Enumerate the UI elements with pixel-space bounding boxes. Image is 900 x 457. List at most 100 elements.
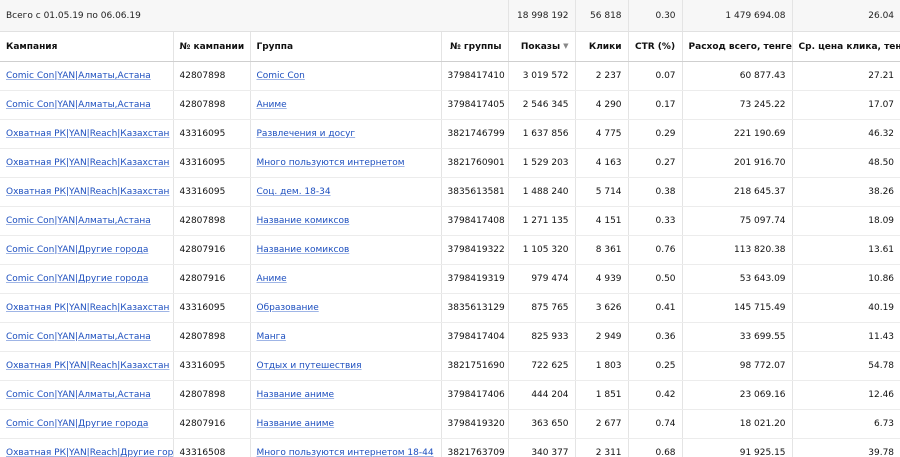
cell-ctr: 0.50 <box>627 264 683 294</box>
cell-spend: 60 877.43 <box>681 61 793 91</box>
cell-spend: 53 643.09 <box>681 264 793 294</box>
cell-group-link[interactable]: Аниме <box>257 274 287 284</box>
cell-group-no: 3798417406 <box>440 380 509 410</box>
cell-group-link[interactable]: Соц. дем. 18-34 <box>257 187 331 197</box>
cell-group-link[interactable]: Отдых и путешествия <box>257 361 362 371</box>
cell-campaign: Охватная РК|YAN|Reach|Казахстан <box>0 351 173 381</box>
header-group[interactable]: Группа <box>249 31 441 62</box>
cell-ctr: 0.29 <box>627 119 683 149</box>
cell-cpc: 10.86 <box>791 264 900 294</box>
cell-campaign-link[interactable]: Охватная РК|YAN|Reach|Казахстан <box>6 361 169 371</box>
cell-campaign: Comic Con|YAN|Другие города <box>0 409 173 439</box>
cell-group: Название комиксов <box>249 235 441 265</box>
cell-ctr: 0.42 <box>627 380 683 410</box>
totals-row: Всего с 01.05.19 по 06.06.19 18 998 192 … <box>0 0 900 32</box>
cell-spend: 75 097.74 <box>681 206 793 236</box>
cell-campaign: Охватная РК|YAN|Reach|Казахстан <box>0 177 173 207</box>
cell-clicks: 4 290 <box>574 90 629 120</box>
cell-group: Много пользуются интернетом <box>249 148 441 178</box>
cell-campaign-link[interactable]: Охватная РК|YAN|Reach|Казахстан <box>6 129 169 139</box>
header-ctr[interactable]: CTR (%) <box>627 31 683 62</box>
cell-group: Соц. дем. 18-34 <box>249 177 441 207</box>
cell-campaign-link[interactable]: Comic Con|YAN|Другие города <box>6 245 148 255</box>
cell-group: Много пользуются интернетом 18-44 <box>249 438 441 457</box>
cell-campaign: Comic Con|YAN|Алматы,Астана <box>0 61 173 91</box>
cell-group-link[interactable]: Аниме <box>257 100 287 110</box>
cell-campaign-link[interactable]: Охватная РК|YAN|Reach|Другие города <box>6 448 173 457</box>
cell-clicks: 4 151 <box>574 206 629 236</box>
cell-impressions: 979 474 <box>507 264 576 294</box>
cell-campaign: Comic Con|YAN|Алматы,Астана <box>0 380 173 410</box>
cell-clicks: 2 677 <box>574 409 629 439</box>
cell-campaign-link[interactable]: Comic Con|YAN|Алматы,Астана <box>6 71 151 81</box>
cell-clicks: 5 714 <box>574 177 629 207</box>
table-body: Comic Con|YAN|Алматы,Астана 42807898 Comic… <box>0 61 900 457</box>
cell-group-link[interactable]: Манга <box>257 332 286 342</box>
cell-group-no: 3798419322 <box>440 235 509 265</box>
cell-cpc: 39.78 <box>791 438 900 457</box>
cell-campaign-link[interactable]: Охватная РК|YAN|Reach|Казахстан <box>6 158 169 168</box>
cell-group-link[interactable]: Название аниме <box>257 390 335 400</box>
cell-campaign-no: 43316095 <box>172 177 250 207</box>
cell-campaign-link[interactable]: Comic Con|YAN|Алматы,Астана <box>6 216 151 226</box>
cell-group-no: 3798417408 <box>440 206 509 236</box>
cell-campaign-link[interactable]: Comic Con|YAN|Другие города <box>6 274 148 284</box>
cell-clicks: 4 163 <box>574 148 629 178</box>
cell-group-link[interactable]: Много пользуются интернетом <box>257 158 405 168</box>
cell-group-link[interactable]: Название комиксов <box>257 245 350 255</box>
cell-group-link[interactable]: Название комиксов <box>257 216 350 226</box>
table-row: Comic Con|YAN|Алматы,Астана 42807898 Аниме… <box>0 90 900 120</box>
cell-impressions: 1 271 135 <box>507 206 576 236</box>
header-group-no[interactable]: № группы <box>440 31 509 62</box>
cell-group-link[interactable]: Название аниме <box>257 419 335 429</box>
cell-campaign-no: 42807898 <box>172 322 250 352</box>
header-spend[interactable]: Расход всего, тенге <box>681 31 793 62</box>
cell-campaign-link[interactable]: Comic Con|YAN|Алматы,Астана <box>6 100 151 110</box>
cell-impressions: 1 637 856 <box>507 119 576 149</box>
cell-group-link[interactable]: Comic Con <box>257 71 305 81</box>
cell-impressions: 444 204 <box>507 380 576 410</box>
cell-clicks: 1 803 <box>574 351 629 381</box>
cell-group-no: 3798417405 <box>440 90 509 120</box>
cell-cpc: 17.07 <box>791 90 900 120</box>
cell-ctr: 0.36 <box>627 322 683 352</box>
cell-campaign-link[interactable]: Comic Con|YAN|Алматы,Астана <box>6 390 151 400</box>
cell-clicks: 2 237 <box>574 61 629 91</box>
cell-campaign-link[interactable]: Comic Con|YAN|Алматы,Астана <box>6 332 151 342</box>
cell-group-no: 3835613581 <box>440 177 509 207</box>
cell-spend: 33 699.55 <box>681 322 793 352</box>
cell-clicks: 3 626 <box>574 293 629 323</box>
cell-group-link[interactable]: Много пользуются интернетом 18-44 <box>257 448 434 457</box>
cell-group-link[interactable]: Образование <box>257 303 319 313</box>
cell-group: Аниме <box>249 264 441 294</box>
cell-group: Название комиксов <box>249 206 441 236</box>
stats-table: Всего с 01.05.19 по 06.06.19 18 998 192 … <box>0 0 900 457</box>
cell-impressions: 2 546 345 <box>507 90 576 120</box>
table-row: Охватная РК|YAN|Reach|Казахстан 43316095 М… <box>0 148 900 178</box>
cell-clicks: 2 311 <box>574 438 629 457</box>
header-campaign[interactable]: Кампания <box>0 31 173 62</box>
sort-desc-icon[interactable]: ▼ <box>563 42 568 50</box>
cell-impressions: 363 650 <box>507 409 576 439</box>
cell-campaign: Охватная РК|YAN|Reach|Другие города <box>0 438 173 457</box>
table-row: Comic Con|YAN|Алматы,Астана 42807898 Назва… <box>0 206 900 236</box>
cell-group-no: 3821760901 <box>440 148 509 178</box>
header-cpc[interactable]: Ср. цена клика, тенге <box>791 31 900 62</box>
cell-campaign-no: 43316095 <box>172 119 250 149</box>
table-row: Охватная РК|YAN|Reach|Казахстан 43316095 Р… <box>0 119 900 149</box>
cell-impressions: 1 105 320 <box>507 235 576 265</box>
cell-campaign-link[interactable]: Comic Con|YAN|Другие города <box>6 419 148 429</box>
header-impressions[interactable]: Показы ▼ <box>507 31 576 62</box>
cell-campaign-no: 42807898 <box>172 61 250 91</box>
table-row: Охватная РК|YAN|Reach|Казахстан 43316095 О… <box>0 351 900 381</box>
header-clicks[interactable]: Клики <box>574 31 629 62</box>
cell-group-no: 3821751690 <box>440 351 509 381</box>
cell-group-link[interactable]: Развлечения и досуг <box>257 129 356 139</box>
cell-spend: 218 645.37 <box>681 177 793 207</box>
cell-impressions: 1 488 240 <box>507 177 576 207</box>
table-row: Comic Con|YAN|Алматы,Астана 42807898 Манга… <box>0 322 900 352</box>
cell-spend: 201 916.70 <box>681 148 793 178</box>
header-campaign-no[interactable]: № кампании <box>172 31 250 62</box>
cell-campaign-link[interactable]: Охватная РК|YAN|Reach|Казахстан <box>6 303 169 313</box>
cell-campaign-link[interactable]: Охватная РК|YAN|Reach|Казахстан <box>6 187 169 197</box>
